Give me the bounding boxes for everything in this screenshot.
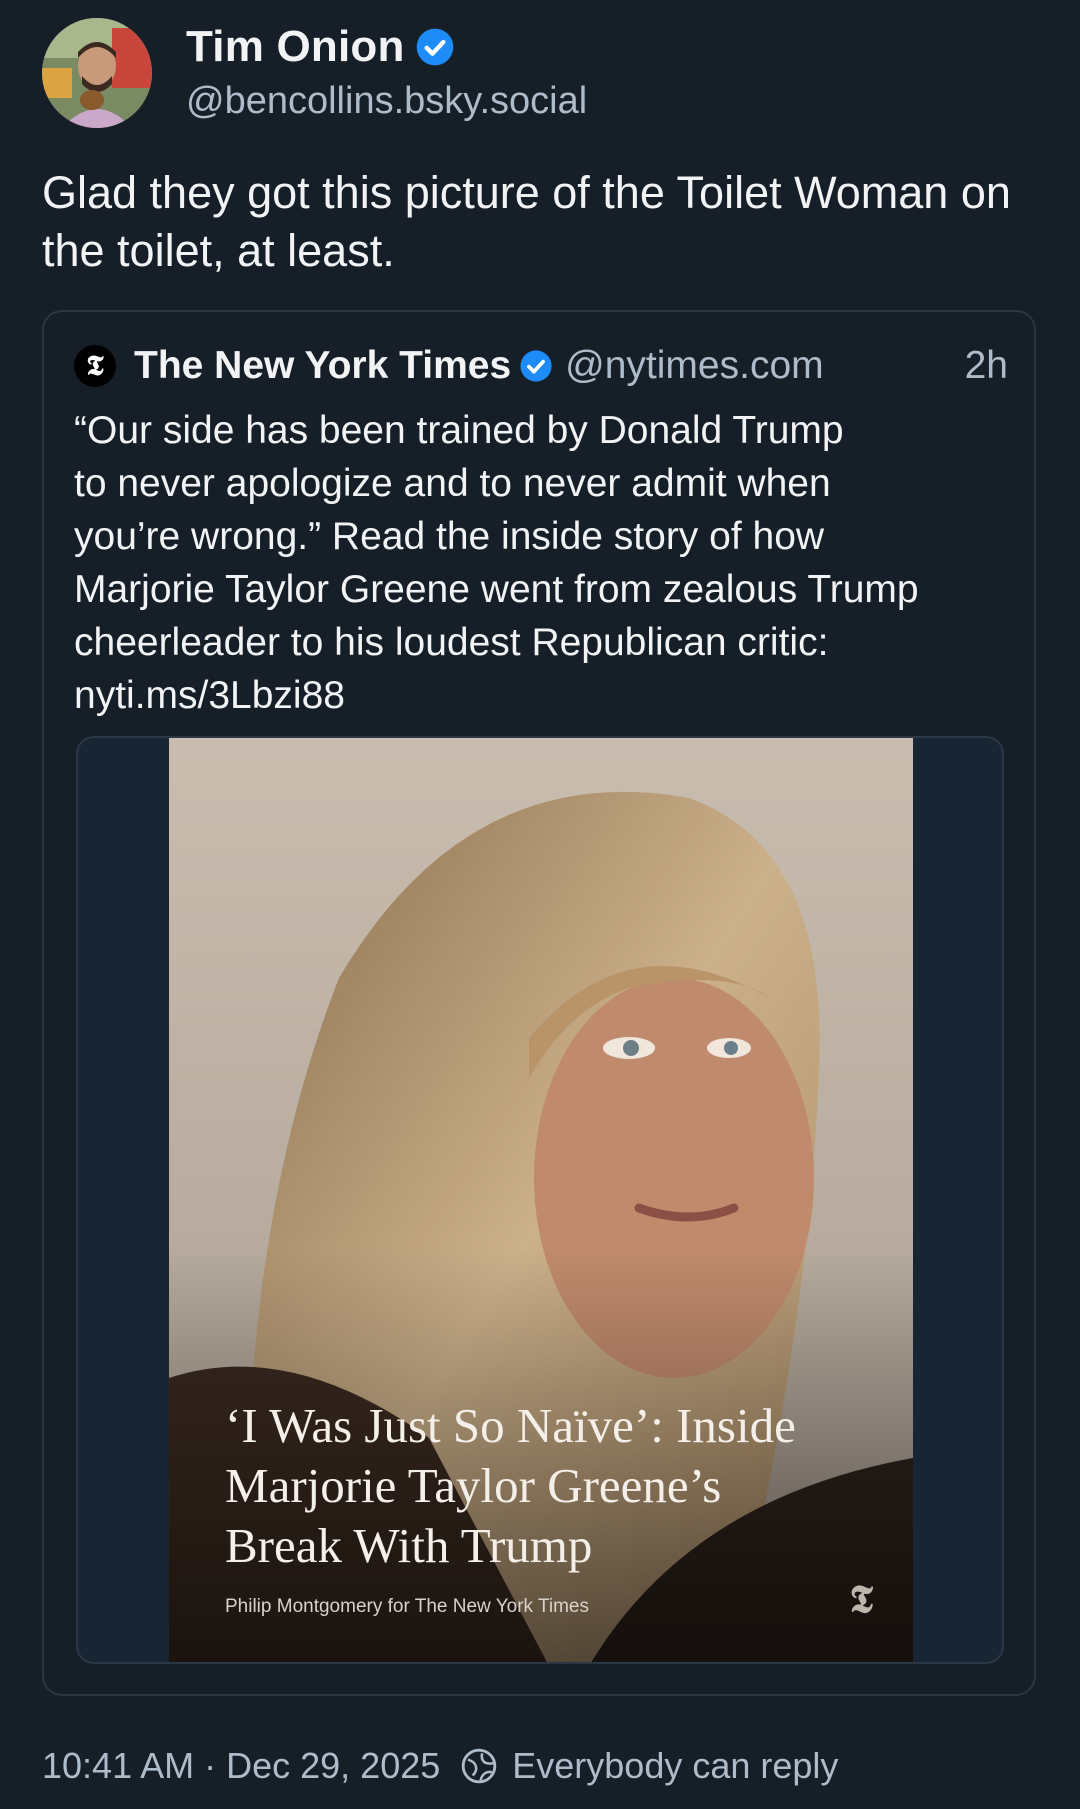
everybody-can-reply-icon [462,1748,497,1784]
author-avatar[interactable] [42,18,152,128]
quoted-display-name[interactable]: The New York Times [134,344,511,388]
quoted-post-card[interactable]: 𝕿 The New York Times @nytimes.com 2h “Ou… [42,310,1036,1696]
post: Tim Onion @bencollins.bsky.social Glad t… [0,0,1080,1809]
quoted-time-ago[interactable]: 2h [965,344,1008,388]
author-handle[interactable]: @bencollins.bsky.social [186,80,587,123]
verified-badge-icon[interactable] [415,27,455,67]
author-display-name[interactable]: Tim Onion [186,22,405,72]
verified-badge-icon[interactable] [519,349,553,383]
author-name-row: Tim Onion [186,22,455,72]
post-footer: 10:41 AM · Dec 29, 2025 Everybody can re… [42,1745,838,1787]
post-time[interactable]: 10:41 AM [42,1745,194,1787]
quoted-post-image[interactable]: ‘I Was Just So Naïve’: Inside Marjorie T… [76,736,1004,1664]
article-photo: ‘I Was Just So Naïve’: Inside Marjorie T… [169,738,913,1662]
quoted-handle[interactable]: @nytimes.com [565,344,823,388]
author-avatar-image [42,18,152,128]
article-headline: ‘I Was Just So Naïve’: Inside Marjorie T… [225,1398,796,1573]
quoted-post-link[interactable]: nyti.ms/3Lbzi88 [74,674,345,717]
post-text: Glad they got this picture of the Toilet… [42,167,1011,276]
quoted-post-text-block: “Our side has been trained by Donald Tru… [74,404,1014,722]
nyt-logo-icon: 𝕿 [849,1576,873,1621]
post-date[interactable]: Dec 29, 2025 [226,1745,440,1787]
quoted-post-header: 𝕿 The New York Times @nytimes.com 2h [74,342,1008,390]
photo-credit: Philip Montgomery for The New York Times [225,1596,589,1617]
reply-setting[interactable]: Everybody can reply [512,1745,838,1787]
nyt-logo-icon[interactable]: 𝕿 [74,345,116,387]
quoted-post-text: “Our side has been trained by Donald Tru… [74,409,919,664]
footer-separator: · [204,1745,217,1786]
